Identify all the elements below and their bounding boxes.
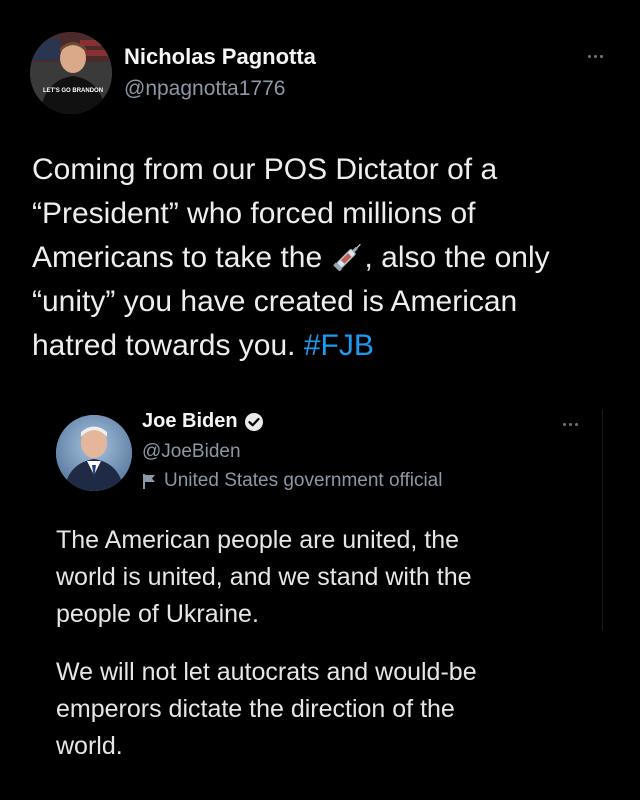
tweet-text-line: “President” who forced millions of: [32, 197, 476, 230]
more-options-icon-dot: [599, 54, 603, 58]
tweet-text-segment: , also the only: [364, 241, 550, 274]
tweet-text-line: “unity” you have created is American: [32, 285, 518, 318]
quoted-text-line: world.: [56, 732, 123, 760]
tweet-text-segment: Americans to take the: [32, 241, 323, 274]
divider: [602, 410, 603, 630]
government-label[interactable]: United States government official: [142, 470, 442, 492]
quoted-text-line: The American people are united, the: [56, 526, 460, 554]
avatar-shirt-text: LET'S GO BRANDON: [43, 88, 103, 94]
more-options-icon-dot: [593, 54, 597, 58]
more-options-icon-dot: [574, 422, 578, 426]
more-options-button[interactable]: [580, 46, 610, 66]
syringe-icon: [332, 243, 361, 271]
author-name[interactable]: Nicholas Pagnotta: [124, 44, 316, 70]
quoted-author-handle[interactable]: @JoeBiden: [142, 441, 241, 463]
quoted-author-name-row: Joe Biden: [142, 410, 264, 433]
quoted-author-name[interactable]: Joe Biden: [142, 410, 238, 433]
quoted-text-line: emperors dictate the direction of the: [56, 695, 455, 723]
profile-photo-icon: LET'S GO BRANDON: [30, 32, 112, 114]
more-options-icon-dot: [568, 422, 572, 426]
quoted-tweet-paragraph: The American people are united, the worl…: [56, 522, 601, 633]
quoted-text-line: world is united, and we stand with the: [56, 563, 472, 591]
quoted-tweet-paragraph: We will not let autocrats and would-be e…: [56, 654, 601, 765]
quoted-author-avatar[interactable]: [56, 415, 132, 491]
tweet-text-line: Coming from our POS Dictator of a: [32, 153, 498, 186]
tweet-text-segment: hatred towards you.: [32, 329, 296, 362]
more-options-icon: [587, 54, 591, 58]
profile-photo-icon: [56, 415, 132, 491]
author-avatar[interactable]: LET'S GO BRANDON: [30, 32, 112, 114]
hashtag-link[interactable]: #FJB: [304, 329, 374, 362]
verified-badge-icon: [244, 412, 263, 431]
author-handle[interactable]: @npagnotta1776: [124, 77, 285, 101]
government-label-text: United States government official: [164, 470, 443, 491]
quoted-text-line: people of Ukraine.: [56, 600, 259, 628]
tweet-text-line: hatred towards you. #FJB: [32, 324, 617, 368]
quoted-more-options-button[interactable]: [555, 414, 585, 434]
tweet-text: Coming from our POS Dictator of a “Presi…: [32, 148, 617, 368]
flag-icon: [143, 474, 155, 489]
more-options-icon: [562, 422, 566, 426]
quoted-text-line: We will not let autocrats and would-be: [56, 658, 477, 686]
tweet: LET'S GO BRANDON Nicholas Pagnotta @npag…: [0, 0, 640, 800]
tweet-text-line: Americans to take the , also the only: [32, 236, 617, 280]
